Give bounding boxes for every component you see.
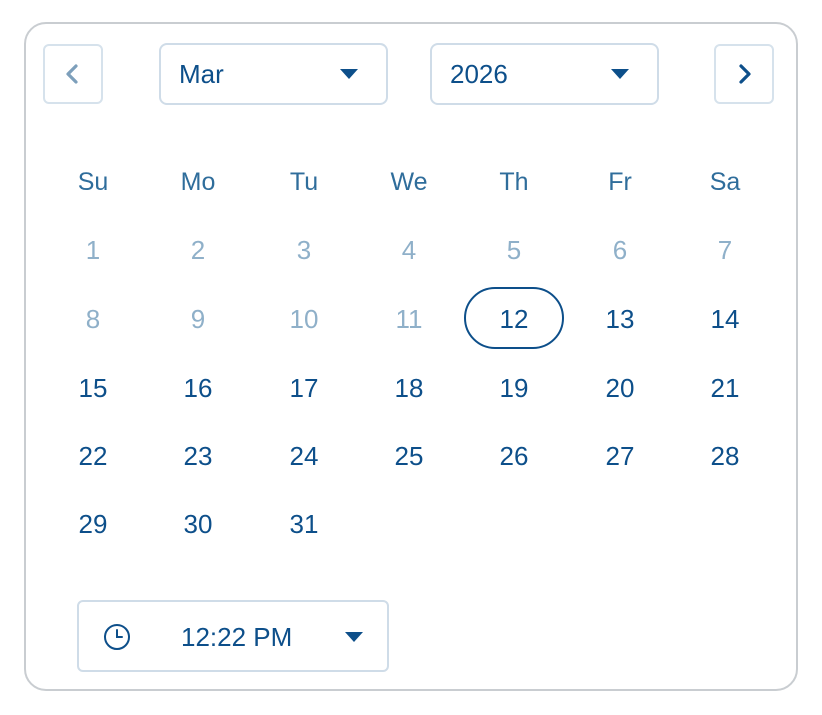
weekday-label: Tu <box>289 168 319 196</box>
month-select[interactable]: Mar <box>159 43 388 105</box>
year-select-value: 2026 <box>450 58 508 89</box>
day-cell[interactable]: 22 <box>43 426 143 486</box>
time-select[interactable]: 12:22 PM <box>77 600 389 672</box>
day-cell[interactable]: 30 <box>148 494 248 554</box>
day-cell[interactable]: 15 <box>43 358 143 418</box>
day-cell: 8 <box>85 304 101 334</box>
weekday-label: Sa <box>709 168 741 196</box>
caret-down-icon <box>611 69 629 79</box>
day-cell: 9 <box>190 304 206 334</box>
month-select-value: Mar <box>179 58 224 89</box>
day-cell[interactable]: 31 <box>254 494 354 554</box>
day-cell[interactable]: 17 <box>254 358 354 418</box>
day-cell: 11 <box>395 304 423 334</box>
day-cell[interactable]: 16 <box>148 358 248 418</box>
day-cell[interactable]: 25 <box>359 426 459 486</box>
day-cell: 4 <box>401 235 417 265</box>
day-cell[interactable]: 20 <box>570 358 670 418</box>
day-cell: 3 <box>296 235 312 265</box>
prev-month-button[interactable] <box>43 44 103 104</box>
caret-down-icon <box>340 69 358 79</box>
day-cell[interactable]: 19 <box>464 358 564 418</box>
day-cell[interactable]: 23 <box>148 426 248 486</box>
day-cell: 7 <box>717 235 733 265</box>
day-cell: 10 <box>289 304 319 334</box>
day-cell[interactable]: 26 <box>464 426 564 486</box>
day-cell: 1 <box>85 235 101 265</box>
day-cell[interactable]: 18 <box>359 358 459 418</box>
weekday-label: We <box>390 168 428 196</box>
next-month-button[interactable] <box>714 44 774 104</box>
day-cell[interactable]: 28 <box>675 426 775 486</box>
day-cell[interactable]: 14 <box>675 289 775 349</box>
time-select-value: 12:22 PM <box>181 622 293 652</box>
day-cell[interactable]: 24 <box>254 426 354 486</box>
day-cell[interactable]: 21 <box>675 358 775 418</box>
weekday-label: Mo <box>180 168 216 196</box>
day-cell[interactable]: 27 <box>570 426 670 486</box>
day-cell[interactable]: 13 <box>570 289 670 349</box>
weekday-label: Th <box>499 168 529 196</box>
chevron-left-icon <box>66 64 78 84</box>
clock-icon <box>104 624 130 650</box>
chevron-right-icon <box>739 64 751 84</box>
day-cell: 2 <box>190 235 206 265</box>
date-picker: Mar 2026 Su Mo Tu We Th Fr Sa 1 2 3 4 5 6 7 8 9 10 11 12 1… <box>24 22 798 691</box>
day-cell[interactable]: 29 <box>43 494 143 554</box>
caret-down-icon <box>345 632 363 642</box>
year-select[interactable]: 2026 <box>430 43 659 105</box>
weekday-label: Su <box>77 168 109 196</box>
day-cell: 6 <box>612 235 628 265</box>
day-cell: 5 <box>506 235 522 265</box>
weekday-label: Fr <box>608 168 632 196</box>
day-cell-selected[interactable]: 12 <box>464 287 564 349</box>
